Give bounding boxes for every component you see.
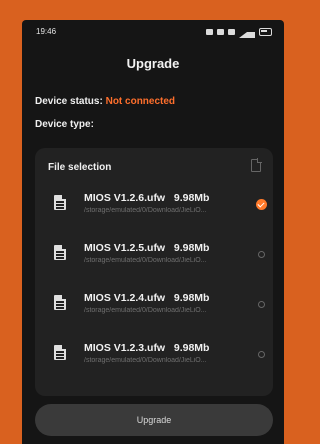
- device-status-value: Not connected: [105, 96, 176, 107]
- file-path: /storage/emulated/0/Download/JieLiO...: [84, 207, 207, 214]
- radio-unchecked-icon[interactable]: [258, 251, 265, 258]
- file-add-icon[interactable]: [251, 158, 262, 172]
- file-name: MIOS V1.2.6.ufw 9.98Mb: [84, 192, 210, 204]
- file-name: MIOS V1.2.5.ufw 9.98Mb: [84, 242, 210, 254]
- file-selection-title: File selection: [48, 162, 112, 173]
- file-item[interactable]: MIOS V1.2.6.ufw 9.98Mb /storage/emulated…: [35, 180, 273, 230]
- battery-icon: [259, 28, 272, 36]
- status-bar: 19:46: [22, 20, 284, 40]
- document-icon: [54, 345, 66, 360]
- document-icon: [54, 245, 66, 260]
- file-item[interactable]: MIOS V1.2.3.ufw 9.98Mb /storage/emulated…: [35, 330, 273, 380]
- device-type-label: Device type:: [35, 119, 94, 130]
- file-name: MIOS V1.2.4.ufw 9.98Mb: [84, 292, 210, 304]
- file-selection-card: File selection MIOS V1.2.6.ufw 9.98Mb /s…: [35, 148, 273, 396]
- document-icon: [54, 195, 66, 210]
- page-title: Upgrade: [126, 56, 180, 71]
- status-icons: [206, 26, 272, 38]
- radio-unchecked-icon[interactable]: [258, 301, 265, 308]
- wifi-icon: [228, 29, 235, 35]
- device-status-row: Device status: Not connected: [35, 96, 175, 107]
- bluetooth-icon: [217, 29, 224, 35]
- document-icon: [54, 295, 66, 310]
- phone-screen: 19:46 Upgrade Device status: Not connect…: [22, 20, 284, 444]
- file-item[interactable]: MIOS V1.2.4.ufw 9.98Mb /storage/emulated…: [35, 280, 273, 330]
- device-status-label: Device status:: [35, 96, 103, 107]
- file-path: /storage/emulated/0/Download/JieLiO...: [84, 257, 207, 264]
- notification-icon: [206, 29, 213, 35]
- file-name: MIOS V1.2.3.ufw 9.98Mb: [84, 342, 210, 354]
- status-time: 19:46: [36, 27, 57, 36]
- radio-checked-icon[interactable]: [256, 199, 267, 210]
- file-path: /storage/emulated/0/Download/JieLiO...: [84, 307, 207, 314]
- file-item[interactable]: MIOS V1.2.5.ufw 9.98Mb /storage/emulated…: [35, 230, 273, 280]
- signal-icon: [239, 26, 255, 38]
- radio-unchecked-icon[interactable]: [258, 351, 265, 358]
- upgrade-button[interactable]: Upgrade: [35, 404, 273, 436]
- file-path: /storage/emulated/0/Download/JieLiO...: [84, 357, 207, 364]
